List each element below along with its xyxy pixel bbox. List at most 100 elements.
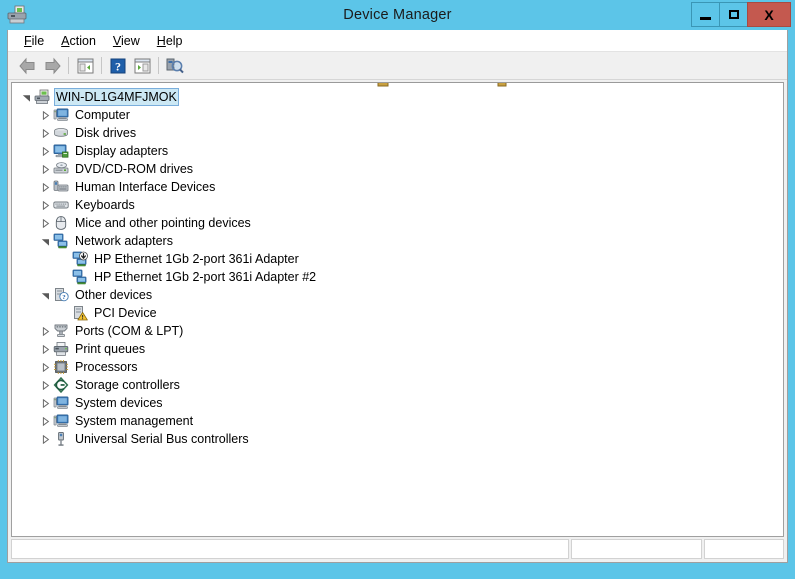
- tree-row-label: WIN-DL1G4MFJMOK: [54, 88, 179, 106]
- expand-triangle-icon[interactable]: [37, 322, 53, 340]
- expand-triangle-icon[interactable]: [37, 214, 53, 232]
- tree-row-label: Disk drives: [75, 126, 137, 140]
- menu-bar: File Action View Help: [8, 30, 787, 52]
- port-icon: [54, 324, 68, 337]
- minimize-icon: [700, 16, 711, 20]
- device-tree[interactable]: WIN-DL1G4MFJMOK Computer Disk drives Displa…: [12, 87, 783, 448]
- minimize-button[interactable]: [691, 2, 720, 27]
- hid-icon: [53, 179, 69, 195]
- expand-triangle-icon[interactable]: [37, 142, 53, 160]
- dvd-drive-icon: [53, 161, 69, 177]
- menu-file[interactable]: File: [16, 32, 53, 50]
- tree-row[interactable]: Processors: [12, 358, 783, 376]
- back-arrow-icon: [19, 57, 35, 74]
- tree-row[interactable]: Print queues: [12, 340, 783, 358]
- display-adapter-icon: [53, 143, 69, 159]
- tree-row-label: Keyboards: [75, 198, 135, 212]
- tree-row[interactable]: HP Ethernet 1Gb 2-port 361i Adapter: [12, 250, 783, 268]
- tree-row[interactable]: Ports (COM & LPT): [12, 322, 783, 340]
- tree-row[interactable]: DVD/CD-ROM drives: [12, 160, 783, 178]
- menu-action[interactable]: Action: [53, 32, 105, 50]
- tree-row-label: Human Interface Devices: [75, 180, 216, 194]
- show-hide-console-tree-button[interactable]: [73, 54, 97, 77]
- expand-triangle-icon[interactable]: [37, 340, 53, 358]
- mouse-icon: [53, 215, 69, 231]
- tree-row[interactable]: Network adapters: [12, 232, 783, 250]
- clipped-icon-a: [377, 83, 390, 87]
- forward-button[interactable]: [40, 54, 64, 77]
- network-adapter-icon: [53, 233, 69, 249]
- system-device-icon: [53, 413, 69, 429]
- network-adapter-icon: [72, 269, 88, 285]
- device-tree-panel[interactable]: WIN-DL1G4MFJMOK Computer Disk drives Displa…: [11, 82, 784, 537]
- disk-drive-icon: [54, 128, 68, 137]
- tree-row[interactable]: HP Ethernet 1Gb 2-port 361i Adapter #2: [12, 268, 783, 286]
- tree-twisty-spacer: [56, 250, 72, 268]
- tree-row-label: Display adapters: [75, 144, 169, 158]
- expand-triangle-icon[interactable]: [37, 196, 53, 214]
- tree-row[interactable]: Mice and other pointing devices: [12, 214, 783, 232]
- title-bar[interactable]: Device Manager X: [0, 0, 795, 30]
- network-adapter-icon: [53, 233, 68, 249]
- disk-drive-icon: [53, 125, 69, 141]
- scan-hardware-changes-button[interactable]: [163, 54, 187, 77]
- status-pane-second: [571, 539, 702, 559]
- keyboard-icon: [53, 197, 69, 213]
- expand-triangle-icon[interactable]: [37, 412, 53, 430]
- window-title: Device Manager: [343, 7, 452, 23]
- storage-controller-icon: [53, 377, 69, 393]
- expand-triangle-icon[interactable]: [37, 106, 53, 124]
- tree-row[interactable]: Storage controllers: [12, 376, 783, 394]
- expand-triangle-icon[interactable]: [37, 430, 53, 448]
- collapse-triangle-icon[interactable]: [18, 88, 34, 106]
- unknown-device-icon: ?: [55, 288, 69, 302]
- tree-row-label: Processors: [75, 360, 138, 374]
- expand-triangle-icon[interactable]: [37, 160, 53, 178]
- svg-text:?: ?: [115, 59, 121, 73]
- printer-icon: [53, 341, 69, 357]
- expand-triangle-icon[interactable]: [37, 394, 53, 412]
- menu-help[interactable]: Help: [149, 32, 192, 50]
- forward-arrow-icon: [45, 57, 61, 74]
- computer-root-icon: [34, 89, 50, 105]
- tree-row[interactable]: Computer: [12, 106, 783, 124]
- system-device-icon: [53, 396, 69, 409]
- tree-row[interactable]: System management: [12, 412, 783, 430]
- tree-row[interactable]: ? Other devices: [12, 286, 783, 304]
- help-button[interactable]: ?: [106, 54, 130, 77]
- tree-row-label: System management: [75, 414, 194, 428]
- properties-button[interactable]: [130, 54, 154, 77]
- tree-row[interactable]: System devices: [12, 394, 783, 412]
- keyboard-icon: [53, 201, 69, 209]
- client-area: File Action View Help ? WIN-DL1G4MFJMOK …: [7, 30, 788, 563]
- computer-root-icon: [34, 89, 50, 104]
- maximize-button[interactable]: [719, 2, 748, 27]
- toolbar: ?: [8, 52, 787, 80]
- tree-row[interactable]: Display adapters: [12, 142, 783, 160]
- device-manager-icon: [6, 4, 28, 26]
- collapse-triangle-icon[interactable]: [37, 286, 53, 304]
- display-adapter-icon: [53, 144, 69, 158]
- tree-row[interactable]: Human Interface Devices: [12, 178, 783, 196]
- tree-row[interactable]: Keyboards: [12, 196, 783, 214]
- unknown-device-icon: ?: [53, 287, 69, 303]
- tree-row-root[interactable]: WIN-DL1G4MFJMOK: [12, 88, 783, 106]
- tree-row[interactable]: Universal Serial Bus controllers: [12, 430, 783, 448]
- tree-row[interactable]: Disk drives: [12, 124, 783, 142]
- back-button[interactable]: [16, 54, 40, 77]
- network-adapter-disabled-icon: [72, 251, 88, 267]
- tree-row-label: HP Ethernet 1Gb 2-port 361i Adapter #2: [94, 270, 317, 284]
- expand-triangle-icon[interactable]: [37, 178, 53, 196]
- expand-triangle-icon[interactable]: [37, 376, 53, 394]
- close-button[interactable]: X: [747, 2, 791, 27]
- printer-icon: [53, 341, 69, 356]
- tree-row-label: Network adapters: [75, 234, 173, 248]
- collapse-triangle-icon[interactable]: [37, 232, 53, 250]
- tree-row-label: Print queues: [75, 342, 146, 356]
- menu-view[interactable]: View: [105, 32, 149, 50]
- tree-twisty-spacer: [56, 268, 72, 286]
- processor-icon: [53, 359, 69, 375]
- expand-triangle-icon[interactable]: [37, 124, 53, 142]
- tree-row[interactable]: PCI Device: [12, 304, 783, 322]
- expand-triangle-icon[interactable]: [37, 358, 53, 376]
